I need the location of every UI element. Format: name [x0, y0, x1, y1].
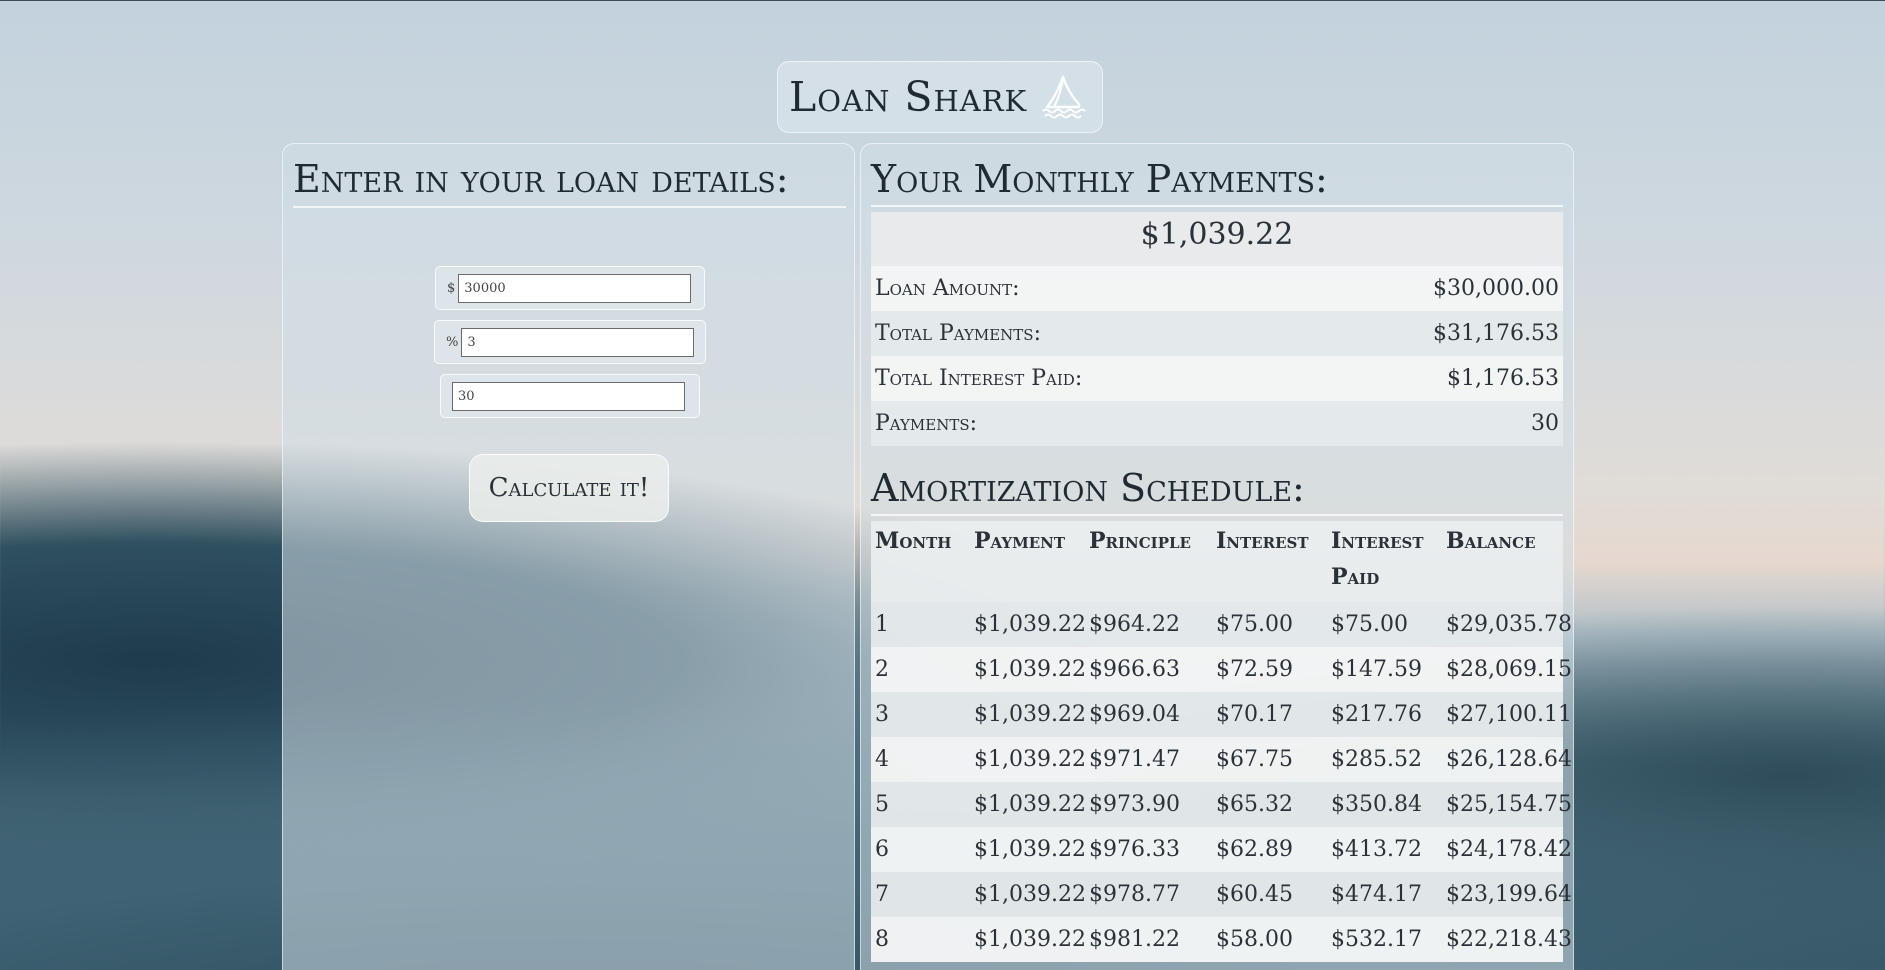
table-cell: $75.00: [1331, 612, 1408, 637]
table-cell: $978.77: [1089, 882, 1180, 907]
summary-label: Payments:: [875, 411, 978, 436]
table-cell: $1,039.22: [974, 882, 1086, 907]
amortization-heading: Amortization Schedule:: [871, 464, 1563, 516]
monthly-payments-heading: Your Monthly Payments:: [871, 154, 1563, 207]
summary-value: 30: [1531, 411, 1559, 436]
table-cell: $25,154.75: [1446, 792, 1572, 817]
loan-amount-input[interactable]: [458, 273, 692, 303]
table-cell: $147.59: [1331, 657, 1422, 682]
table-cell: $285.52: [1331, 747, 1422, 772]
table-row: 4 $1,039.22 $971.47 $67.75 $285.52 $26,128.64: [871, 737, 1572, 782]
table-cell: $1,039.22: [974, 702, 1086, 727]
table-cell: $65.32: [1216, 792, 1293, 817]
column-header-payment: Payment: [974, 528, 1066, 554]
summary-row-total-payments: Total Payments: $31,176.53: [871, 311, 1563, 356]
table-cell: $75.00: [1216, 612, 1293, 637]
table-cell: $976.33: [1089, 837, 1180, 862]
column-header-balance: Balance: [1446, 528, 1536, 554]
table-cell: $1,039.22: [974, 657, 1086, 682]
calculate-button[interactable]: Calculate it!: [469, 454, 669, 522]
summary-row-loan-amount: Loan Amount: $30,000.00: [871, 266, 1563, 311]
table-row: 8 $1,039.22 $981.22 $58.00 $532.17 $22,218.43: [871, 917, 1572, 962]
summary-label: Loan Amount:: [875, 276, 1020, 301]
results-panel: Your Monthly Payments: $1,039.22 Loan Am…: [860, 143, 1574, 970]
table-cell: 3: [875, 702, 889, 727]
summary-row-total-interest: Total Interest Paid: $1,176.53: [871, 356, 1563, 401]
table-cell: $532.17: [1331, 927, 1422, 952]
table-row: 2 $1,039.22 $966.63 $72.59 $147.59 $28,069.15: [871, 647, 1572, 692]
table-cell: $24,178.42: [1446, 837, 1572, 862]
summary-label: Total Payments:: [875, 321, 1041, 346]
table-cell: $1,039.22: [974, 837, 1086, 862]
window-top-border: [0, 0, 1885, 1]
loan-details-panel: Enter in your loan details: $ % Calculat…: [282, 143, 855, 970]
summary-value: $31,176.53: [1433, 321, 1559, 346]
table-cell: $26,128.64: [1446, 747, 1572, 772]
loan-details-heading: Enter in your loan details:: [293, 154, 846, 208]
table-cell: 5: [875, 792, 889, 817]
column-header-principle: Principle: [1089, 528, 1191, 554]
table-cell: $973.90: [1089, 792, 1180, 817]
loan-summary-table: Loan Amount: $30,000.00 Total Payments: …: [871, 266, 1563, 446]
table-cell: $62.89: [1216, 837, 1293, 862]
column-header-month: Month: [875, 528, 952, 554]
table-cell: $27,100.11: [1446, 702, 1572, 727]
summary-value: $30,000.00: [1433, 276, 1559, 301]
table-cell: $67.75: [1216, 747, 1293, 772]
table-cell: $23,199.64: [1446, 882, 1572, 907]
table-cell: $474.17: [1331, 882, 1422, 907]
table-cell: $1,039.22: [974, 927, 1086, 952]
table-cell: $29,035.78: [1446, 612, 1572, 637]
table-row: 6 $1,039.22 $976.33 $62.89 $413.72 $24,178.42: [871, 827, 1572, 872]
monthly-payment-value: $1,039.22: [871, 212, 1563, 266]
table-header-row: Month Payment Principle Interest Interes…: [871, 521, 1563, 602]
table-cell: $72.59: [1216, 657, 1293, 682]
loan-term-field: [440, 374, 700, 418]
shark-fin-icon: [1042, 75, 1086, 119]
interest-rate-input[interactable]: [461, 327, 695, 357]
table-cell: $22,218.43: [1446, 927, 1572, 952]
table-cell: $971.47: [1089, 747, 1180, 772]
table-cell: $964.22: [1089, 612, 1180, 637]
table-body: 1 $1,039.22 $964.22 $75.00 $75.00 $29,035.78 2…: [871, 602, 1572, 962]
table-cell: 4: [875, 747, 889, 772]
table-cell: 1: [875, 612, 889, 637]
column-header-interest: Interest: [1216, 528, 1309, 554]
app-title-box: Loan Shark: [777, 61, 1103, 133]
summary-row-payments: Payments: 30: [871, 401, 1563, 446]
loan-term-input[interactable]: [452, 381, 685, 411]
table-cell: $350.84: [1331, 792, 1422, 817]
table-cell: $966.63: [1089, 657, 1180, 682]
table-cell: $58.00: [1216, 927, 1293, 952]
summary-value: $1,176.53: [1447, 366, 1559, 391]
table-row: 3 $1,039.22 $969.04 $70.17 $217.76 $27,100.11: [871, 692, 1572, 737]
table-cell: $60.45: [1216, 882, 1293, 907]
table-cell: 8: [875, 927, 889, 952]
table-row: 1 $1,039.22 $964.22 $75.00 $75.00 $29,035.78: [871, 602, 1572, 647]
app-title: Loan Shark: [789, 73, 1028, 121]
table-cell: $1,039.22: [974, 747, 1086, 772]
table-cell: 6: [875, 837, 889, 862]
table-cell: $413.72: [1331, 837, 1422, 862]
table-row: 7 $1,039.22 $978.77 $60.45 $474.17 $23,199.64: [871, 872, 1572, 917]
summary-label: Total Interest Paid:: [875, 366, 1083, 391]
table-cell: $28,069.15: [1446, 657, 1572, 682]
table-cell: $217.76: [1331, 702, 1422, 727]
table-cell: $1,039.22: [974, 792, 1086, 817]
table-cell: $969.04: [1089, 702, 1180, 727]
percent-prefix: %: [446, 334, 459, 350]
table-cell: $981.22: [1089, 927, 1180, 952]
amortization-table: Month Payment Principle Interest Interes…: [871, 521, 1572, 962]
table-cell: 7: [875, 882, 889, 907]
table-cell: $1,039.22: [974, 612, 1086, 637]
table-cell: $70.17: [1216, 702, 1293, 727]
column-header-interest-paid: Interest Paid: [1331, 528, 1424, 590]
interest-rate-field: %: [434, 320, 706, 364]
table-cell: 2: [875, 657, 889, 682]
dollar-prefix: $: [447, 280, 456, 296]
table-row: 5 $1,039.22 $973.90 $65.32 $350.84 $25,154.75: [871, 782, 1572, 827]
loan-amount-field: $: [435, 266, 705, 310]
